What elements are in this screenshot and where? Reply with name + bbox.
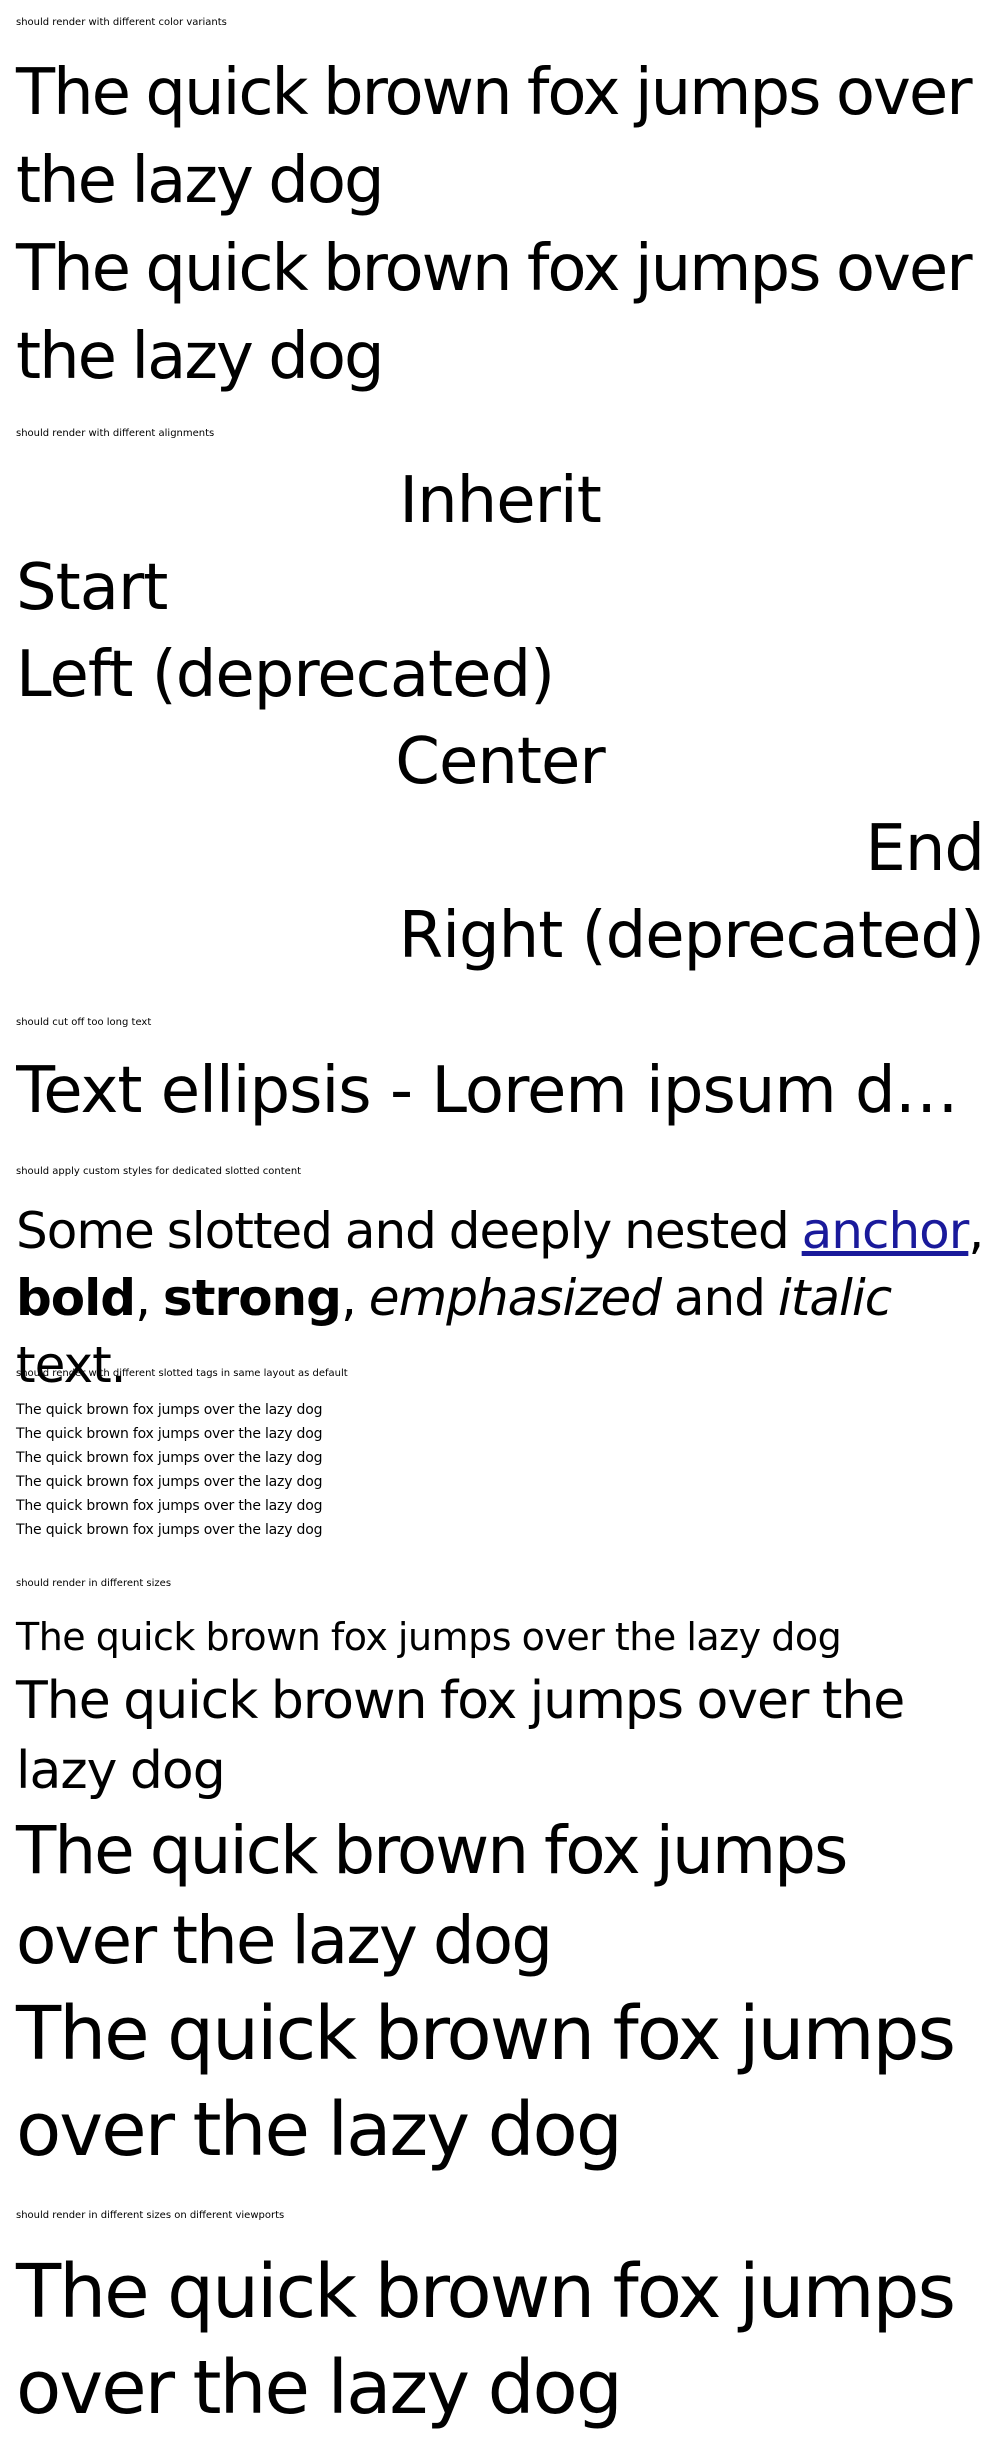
color-variant-text-default: The quick brown fox jumps over the lazy … — [16, 56, 973, 218]
slotted-italic-text: italic — [777, 1269, 892, 1327]
slotted-tag-div: The quick brown fox jumps over the lazy … — [16, 1450, 323, 1466]
caption-ellipsis: should cut off too long text — [16, 1017, 152, 1028]
slotted-bold-text: bold — [16, 1269, 136, 1327]
color-variants-group: The quick brown fox jumps over the lazy … — [16, 49, 984, 401]
slotted-emphasized-text: emphasized — [368, 1269, 662, 1327]
caption-color-variants: should render with different color varia… — [16, 17, 227, 28]
size-small-text: The quick brown fox jumps over the lazy … — [16, 1615, 842, 1659]
caption-sizes: should render in different sizes — [16, 1578, 172, 1589]
slotted-strong-text: strong — [162, 1269, 342, 1327]
slotted-tags-group: The quick brown fox jumps over the lazy … — [16, 1398, 984, 1542]
caption-viewports: should render in different sizes on diff… — [16, 2210, 285, 2221]
slotted-comma: , — [968, 1202, 984, 1260]
sizes-group: The quick brown fox jumps over the lazy … — [16, 1608, 984, 2178]
size-large-text: The quick brown fox jumps over the lazy … — [16, 1812, 848, 1979]
slotted-tag-blockquote: The quick brown fox jumps over the lazy … — [16, 1498, 323, 1514]
slotted-tag-figcaption: The quick brown fox jumps over the lazy … — [16, 1522, 323, 1538]
slotted-comma: , — [340, 1269, 369, 1327]
slotted-tag-address: The quick brown fox jumps over the lazy … — [16, 1474, 323, 1490]
caption-slotted-tags: should render with different slotted tag… — [16, 1368, 348, 1379]
size-xlarge-text: The quick brown fox jumps over the lazy … — [16, 1991, 956, 2173]
caption-alignments: should render with different alignments — [16, 428, 215, 439]
ellipsis-text: Text ellipsis - Lorem ipsum dolor sit am… — [16, 1054, 984, 1128]
size-medium-text: The quick brown fox jumps over the lazy … — [16, 1671, 905, 1801]
align-end-text: End — [865, 812, 985, 886]
color-variant-text-inherit: The quick brown fox jumps over the lazy … — [16, 232, 973, 394]
alignments-group: Inherit Start Left (deprecated) Center E… — [16, 458, 985, 980]
align-center-text: Center — [395, 725, 605, 799]
slotted-outro-text: text. — [16, 1336, 127, 1394]
slotted-comma: , — [135, 1269, 163, 1327]
caption-slotted: should apply custom styles for dedicated… — [16, 1166, 302, 1177]
slotted-tag-p: The quick brown fox jumps over the lazy … — [16, 1402, 323, 1418]
align-start-text: Start — [16, 551, 168, 625]
slotted-intro-text: Some slotted and deeply nested — [16, 1202, 802, 1260]
align-inherit-text: Inherit — [399, 464, 602, 538]
viewport-size-text: The quick brown fox jumps over the lazy … — [16, 2249, 956, 2431]
slotted-and-text: and — [660, 1269, 778, 1327]
align-left-text: Left (deprecated) — [16, 638, 555, 712]
slotted-anchor-link[interactable]: anchor — [802, 1202, 970, 1260]
slotted-tag-span: The quick brown fox jumps over the lazy … — [16, 1426, 323, 1442]
align-right-text: Right (deprecated) — [398, 899, 985, 973]
